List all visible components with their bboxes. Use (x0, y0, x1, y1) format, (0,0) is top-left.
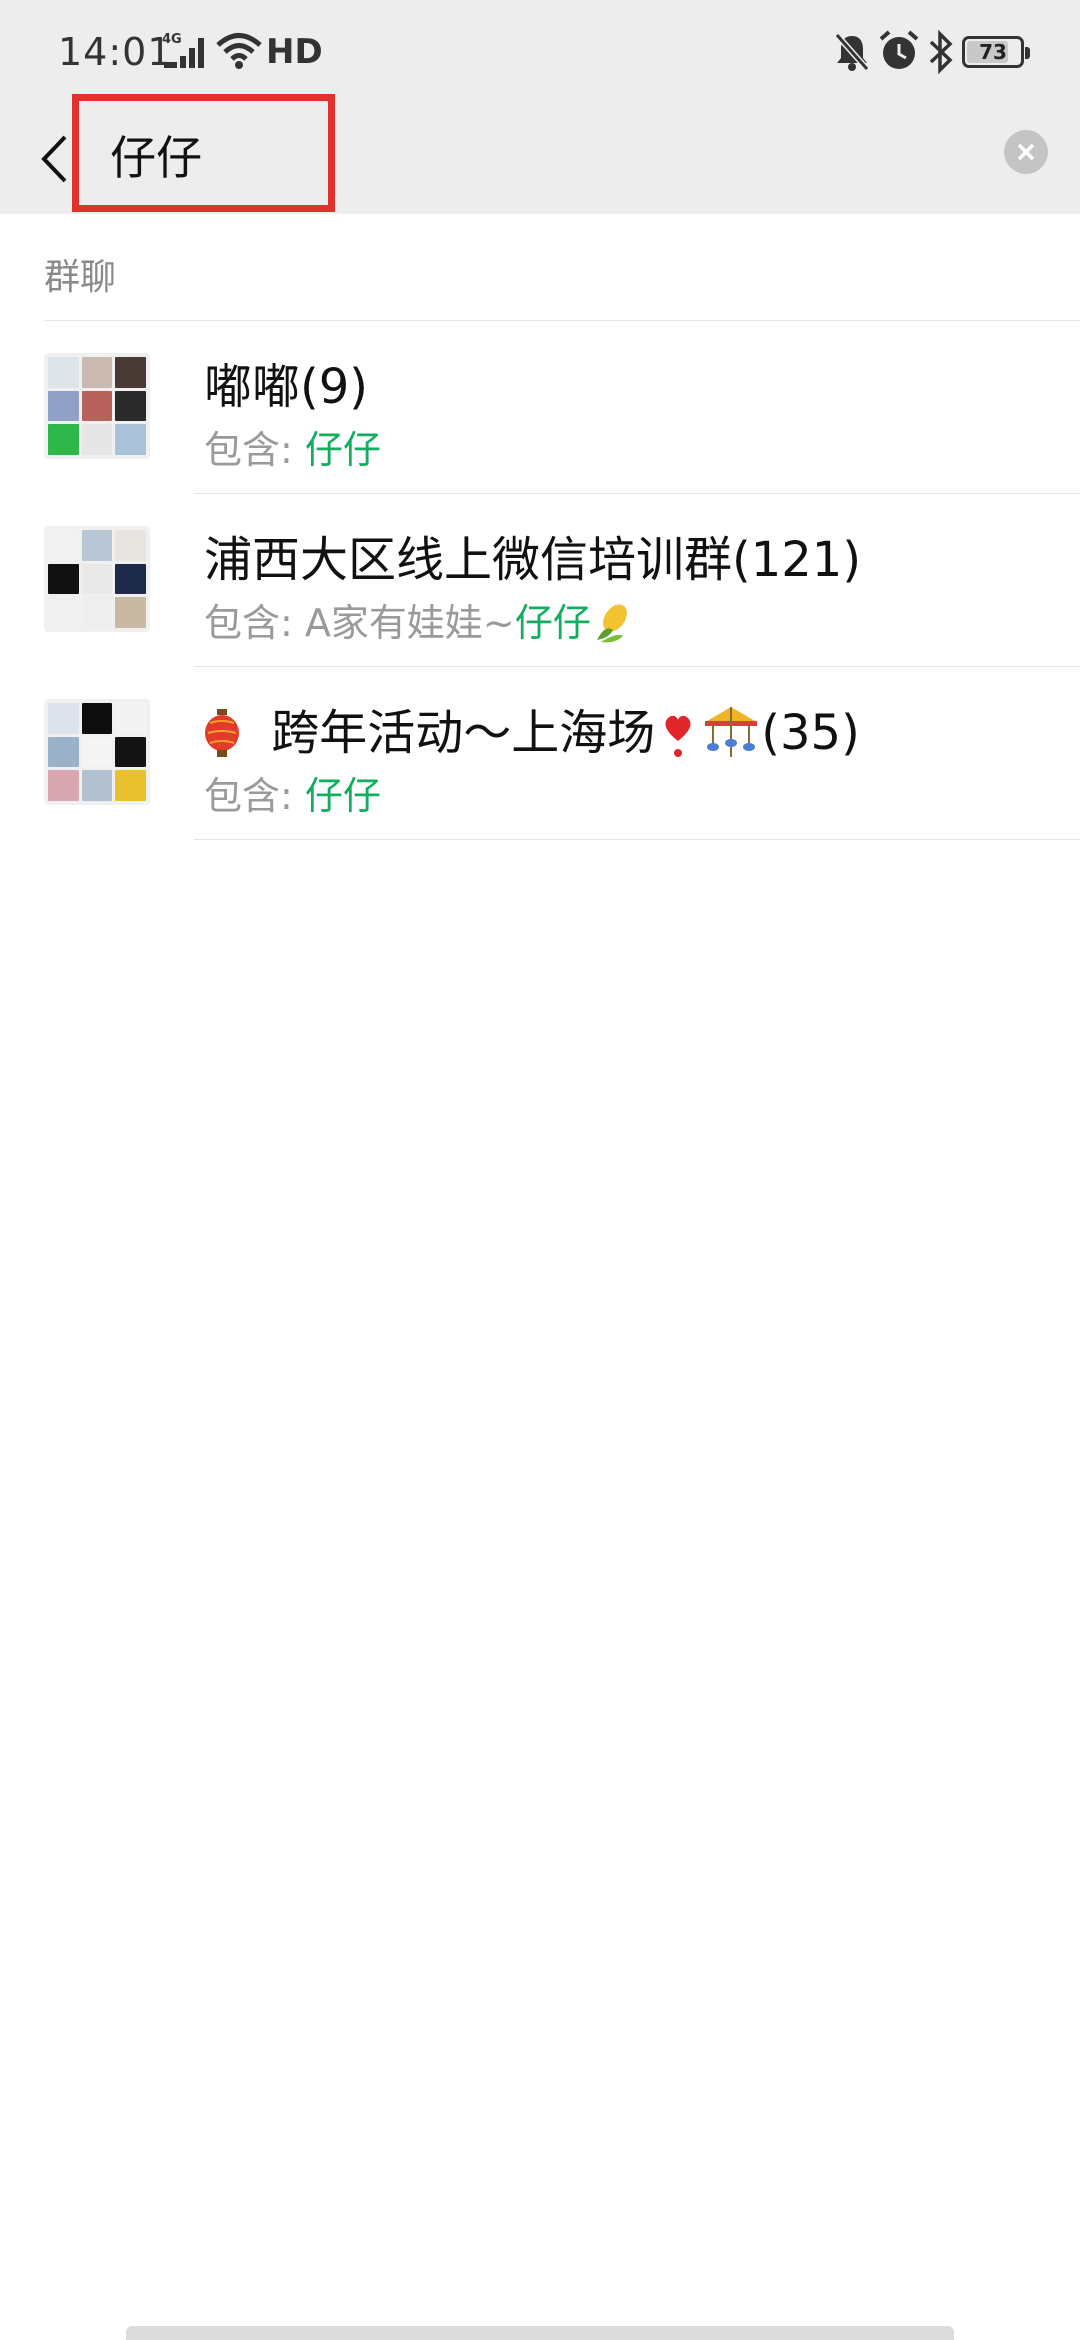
back-arrow-icon (41, 135, 67, 183)
battery-icon: 73 (962, 36, 1030, 68)
match-prefix: 包含: (204, 601, 305, 645)
back-button[interactable] (30, 124, 78, 194)
status-time: 14:01 (58, 30, 173, 74)
match-member-prefix: A家有娃娃~ (304, 601, 515, 645)
match-keyword: 仔仔 (514, 601, 591, 645)
match-keyword: 仔仔 (304, 774, 381, 818)
match-prefix: 包含: (204, 774, 305, 818)
hd-label: HD (266, 32, 323, 72)
group-avatar (44, 526, 150, 632)
carousel-emoji (705, 707, 758, 757)
clear-icon (1017, 143, 1035, 161)
group-name: 跨年活动～上海场 (35) (204, 693, 860, 763)
battery-percent: 73 (979, 40, 1007, 64)
match-keyword: 仔仔 (304, 428, 381, 472)
home-indicator[interactable] (126, 2326, 954, 2340)
group-result-item[interactable]: 嘟嘟(9) 包含: 仔仔 (0, 321, 1080, 494)
group-name: 嘟嘟(9) (204, 359, 368, 415)
match-prefix: 包含: (204, 428, 305, 472)
network-type-label: 4G (162, 32, 182, 47)
group-avatar (44, 699, 150, 805)
bluetooth-icon (928, 29, 954, 75)
item-divider (194, 839, 1080, 840)
group-name-text: 跨年活动～上海场 (256, 705, 656, 761)
signal-icon: 4G (162, 32, 210, 70)
clear-button[interactable] (1004, 130, 1048, 174)
group-result-item[interactable]: 浦西大区线上微信培训群(121) 包含: A家有娃娃~仔仔 (0, 494, 1080, 667)
group-name: 浦西大区线上微信培训群(121) (204, 532, 862, 588)
heart-emoji (665, 715, 691, 757)
annotation-highlight-box (72, 94, 335, 212)
corn-emoji (596, 604, 627, 643)
lantern-emoji (205, 709, 239, 757)
alarm-icon (878, 30, 920, 72)
section-title: 群聊 (44, 257, 117, 298)
match-info: 包含: 仔仔 (204, 419, 381, 474)
member-count: (35) (761, 705, 860, 761)
mute-bell-icon (834, 32, 870, 72)
group-avatar (44, 353, 150, 459)
match-info: 包含: A家有娃娃~仔仔 (204, 592, 635, 647)
match-info: 包含: 仔仔 (204, 765, 381, 820)
group-result-item[interactable]: 跨年活动～上海场 (35) 包含: 仔仔 (0, 667, 1080, 840)
wifi-icon (216, 32, 262, 70)
